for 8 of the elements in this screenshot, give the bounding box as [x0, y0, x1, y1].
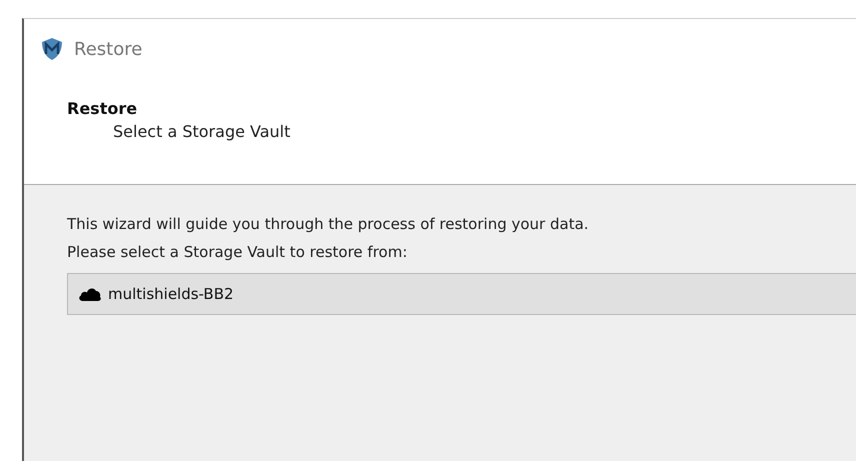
vault-list-item[interactable]: multishields-BB2	[68, 274, 856, 314]
shield-logo-icon	[40, 37, 64, 61]
wizard-subtitle: Select a Storage Vault	[112, 122, 292, 141]
prompt-text: Please select a Storage Vault to restore from:	[67, 243, 408, 261]
window-title: Restore	[74, 38, 142, 60]
wizard-title: Restore	[67, 99, 138, 118]
intro-text: This wizard will guide you through the process of restoring your data.	[67, 215, 590, 233]
cloud-icon	[78, 286, 102, 302]
